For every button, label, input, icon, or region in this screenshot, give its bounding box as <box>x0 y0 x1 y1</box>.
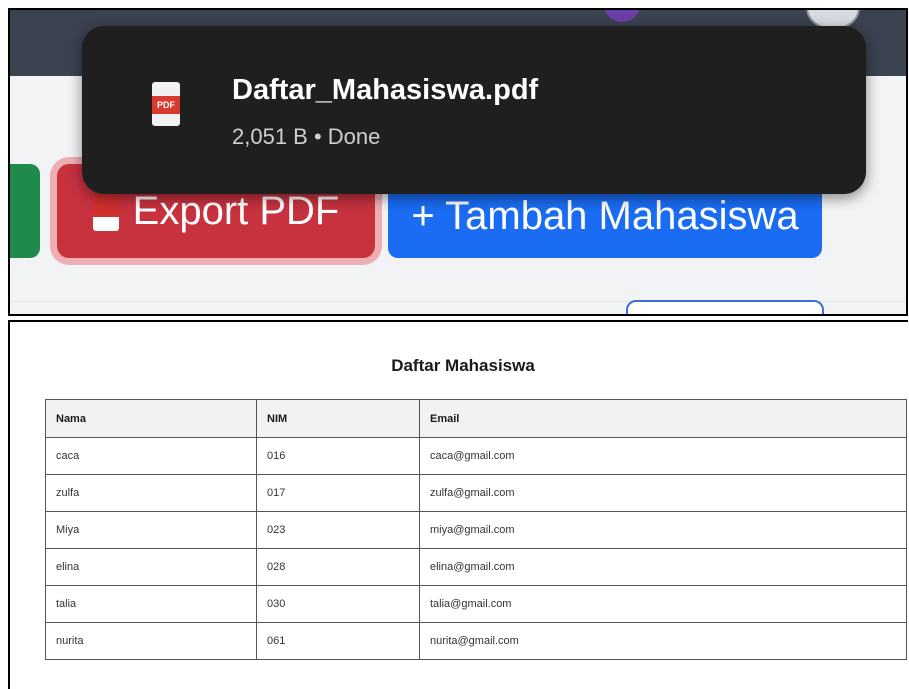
cell-nama: zulfa <box>45 474 257 512</box>
table-row: zulfa 017 zulfa@gmail.com <box>45 474 907 512</box>
download-filename[interactable]: Daftar_Mahasiswa.pdf <box>232 74 538 107</box>
cell-nama: talia <box>45 585 257 623</box>
cell-email: miya@gmail.com <box>419 511 907 549</box>
column-header-email: Email <box>419 399 907 438</box>
cell-email: talia@gmail.com <box>419 585 907 623</box>
table-row: nurita 061 nurita@gmail.com <box>45 622 907 660</box>
add-student-label: + Tambah Mahasiswa <box>411 193 799 238</box>
cell-email: zulfa@gmail.com <box>419 474 907 512</box>
cell-nim: 061 <box>256 622 420 660</box>
student-table: Nama NIM Email caca 016 caca@gmail.com z… <box>45 399 907 660</box>
table-row: caca 016 caca@gmail.com <box>45 437 907 475</box>
browser-app-screenshot: Export PDF + Tambah Mahasiswa PDF Daftar… <box>8 8 908 316</box>
table-header-row: Nama NIM Email <box>45 399 907 438</box>
cell-nim: 016 <box>256 437 420 475</box>
table-row: Miya 023 miya@gmail.com <box>45 511 907 549</box>
download-status: 2,051 B • Done <box>232 124 381 149</box>
pdf-badge: PDF <box>152 96 180 114</box>
cell-nama: caca <box>45 437 257 475</box>
cell-nim: 023 <box>256 511 420 549</box>
download-notification[interactable]: PDF Daftar_Mahasiswa.pdf 2,051 B • Done <box>82 26 866 194</box>
pdf-title: Daftar Mahasiswa <box>391 356 535 375</box>
cell-email: caca@gmail.com <box>419 437 907 475</box>
cell-email: elina@gmail.com <box>419 548 907 586</box>
pdf-preview: Daftar Mahasiswa Nama NIM Email caca 016… <box>8 320 908 689</box>
export-pdf-label: Export PDF <box>132 188 340 233</box>
cell-nim: 030 <box>256 585 420 623</box>
column-header-nama: Nama <box>45 399 257 438</box>
cell-nama: Miya <box>45 511 257 549</box>
export-excel-button[interactable] <box>10 164 40 258</box>
pdf-icon <box>92 191 119 231</box>
extension-icon[interactable] <box>604 10 640 22</box>
pdf-file-icon: PDF <box>152 82 180 126</box>
cell-nama: nurita <box>45 622 257 660</box>
table-row: talia 030 talia@gmail.com <box>45 585 907 623</box>
cell-nama: elina <box>45 548 257 586</box>
table-row: elina 028 elina@gmail.com <box>45 548 907 586</box>
cell-email: nurita@gmail.com <box>419 622 907 660</box>
search-input[interactable] <box>626 300 824 314</box>
cell-nim: 017 <box>256 474 420 512</box>
cell-nim: 028 <box>256 548 420 586</box>
column-header-nim: NIM <box>256 399 420 438</box>
